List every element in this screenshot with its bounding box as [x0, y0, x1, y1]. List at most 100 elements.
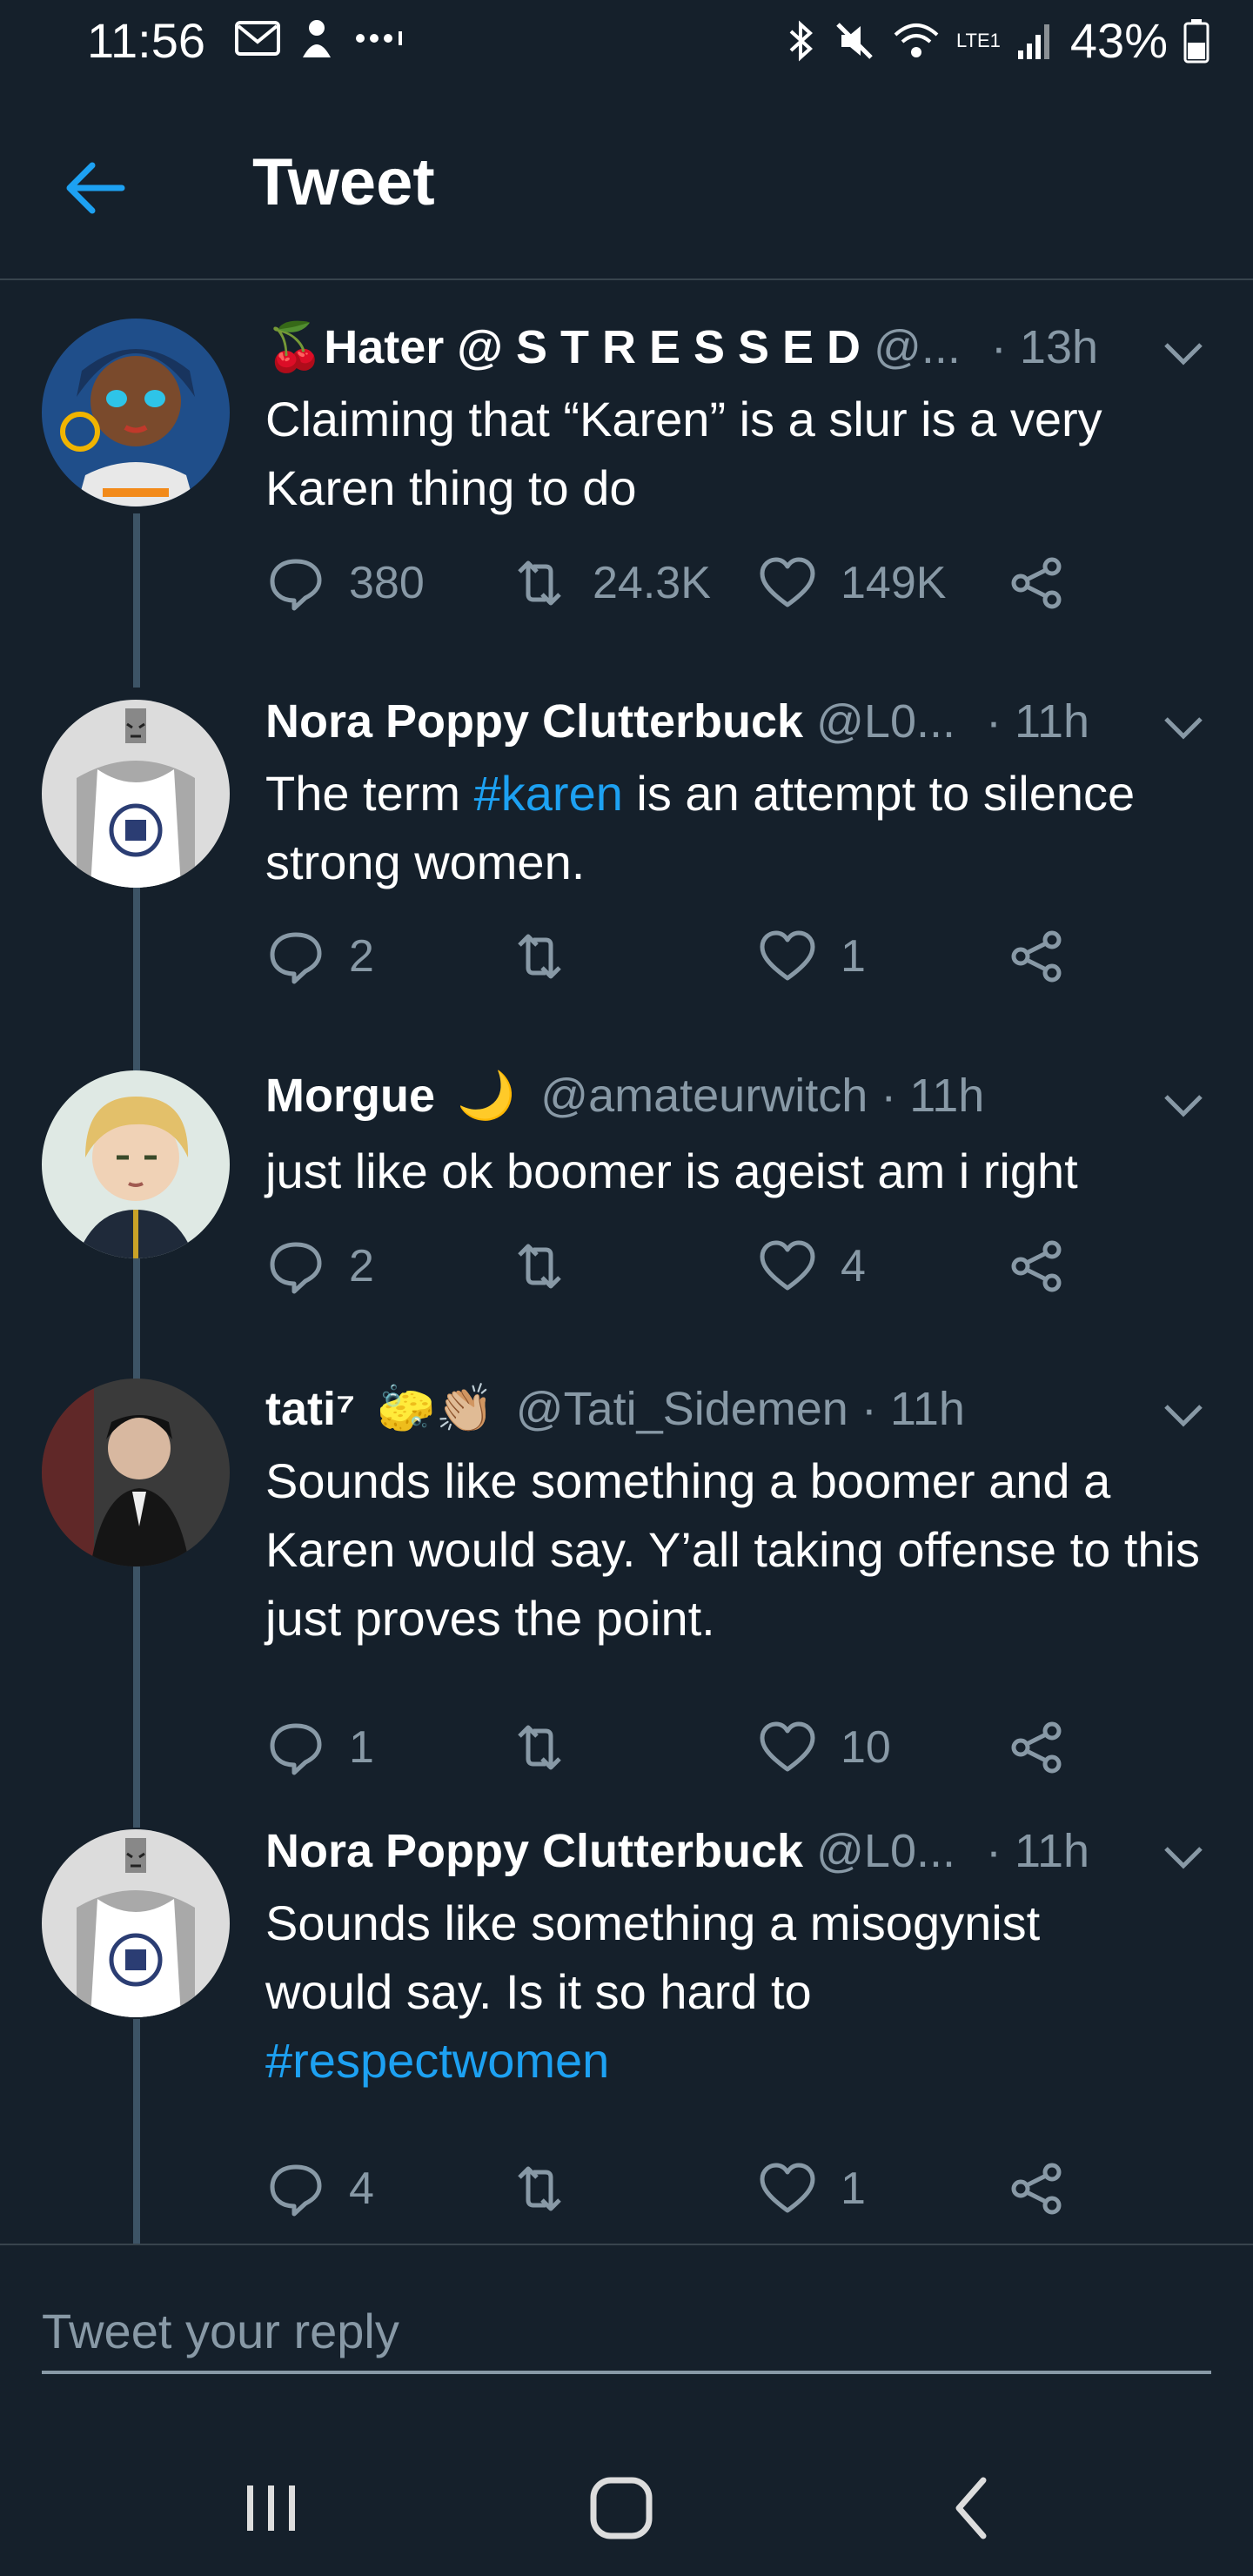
heart-icon [760, 557, 815, 607]
reply-composer [0, 2244, 1253, 2385]
like-button[interactable]: 1 [757, 926, 866, 987]
reply-icon [270, 1723, 322, 1775]
recent-apps-button[interactable] [219, 2456, 324, 2560]
tweet-actions: 4 1 [265, 2158, 1223, 2228]
sponge-clap-emoji: 🧽👏🏼 [377, 1383, 494, 1435]
avatar[interactable] [42, 1379, 230, 1566]
reply-count: 2 [349, 931, 374, 982]
heart-icon [760, 2163, 815, 2213]
reply-count: 2 [349, 1241, 374, 1291]
more-notifications-icon [356, 31, 402, 45]
reply-button[interactable]: 2 [265, 926, 374, 987]
share-icon [1011, 930, 1062, 983]
tweet-header: Nora Poppy Clutterbuck @L0... · 11h [265, 1824, 1089, 1878]
heart-icon [760, 930, 815, 981]
display-name[interactable]: Nora Poppy Clutterbuck [265, 695, 803, 748]
reply-button[interactable]: 1 [265, 1717, 374, 1778]
username[interactable]: @Tati_Sidemen [516, 1383, 848, 1435]
avatar-illustrated-woman [42, 319, 230, 506]
timestamp[interactable]: · 11h [881, 1070, 984, 1122]
reply-button[interactable]: 4 [265, 2158, 374, 2219]
retweet-button[interactable] [509, 926, 593, 987]
system-navigation-bar [0, 2411, 1253, 2576]
share-icon [1011, 1721, 1062, 1774]
display-name[interactable]: Hater @ S T R E S S E D [324, 321, 861, 373]
tweet[interactable]: Nora Poppy Clutterbuck @L0... · 11h Soun… [0, 1810, 1253, 2244]
reply-button[interactable]: 380 [265, 553, 425, 614]
hashtag-link[interactable]: #karen [474, 766, 623, 821]
tweet-options-button[interactable] [1159, 1833, 1208, 1882]
tweet-options-button[interactable] [1159, 329, 1208, 378]
mute-icon [836, 22, 873, 59]
share-button[interactable] [1007, 1236, 1068, 1297]
display-name[interactable]: tati⁷ [265, 1383, 355, 1435]
share-button[interactable] [1007, 1717, 1068, 1778]
bluetooth-icon [789, 19, 813, 62]
share-button[interactable] [1007, 2158, 1068, 2219]
back-button[interactable] [61, 153, 131, 223]
timestamp[interactable]: · 11h [986, 1825, 1089, 1877]
retweet-icon [518, 934, 561, 979]
chevron-left-icon [955, 2477, 987, 2539]
retweet-button[interactable]: 24.3K [509, 553, 711, 614]
timestamp[interactable]: · 13h [991, 321, 1098, 373]
home-icon [590, 2477, 653, 2539]
avatar[interactable] [42, 319, 230, 506]
avatar-mannequin-tanktop [42, 1829, 230, 2017]
share-icon [1011, 557, 1062, 609]
tweet[interactable]: Morgue 🌙 @amateurwitch · 11h just like o… [0, 1053, 1253, 1366]
home-button[interactable] [569, 2456, 673, 2560]
tweet-options-button[interactable] [1159, 703, 1208, 752]
username[interactable]: @... [874, 321, 961, 373]
tweet[interactable]: tati⁷ 🧽👏🏼 @Tati_Sidemen · 11h Sounds lik… [0, 1365, 1253, 1800]
reply-input[interactable] [42, 2291, 1211, 2374]
hashtag-link[interactable]: #respectwomen [265, 2033, 609, 2088]
chevron-down-icon [1164, 1095, 1203, 1117]
like-button[interactable]: 10 [757, 1717, 891, 1778]
reply-count: 380 [349, 558, 425, 608]
avatar-photo-person-in-suit [42, 1379, 230, 1566]
back-arrow-icon [66, 162, 125, 214]
retweet-icon [518, 2166, 561, 2211]
tweet[interactable]: Nora Poppy Clutterbuck @L0... · 11h The … [0, 681, 1253, 1046]
like-count: 4 [841, 1241, 866, 1291]
tweet-actions: 2 1 [265, 926, 1223, 996]
reply-button[interactable]: 2 [265, 1236, 374, 1297]
chevron-down-icon [1164, 1405, 1203, 1427]
reply-count: 4 [349, 2163, 374, 2214]
timestamp[interactable]: · 11h [986, 695, 1089, 748]
like-button[interactable]: 4 [757, 1236, 866, 1297]
like-button[interactable]: 149K [757, 553, 946, 614]
avatar[interactable] [42, 1829, 230, 2017]
like-count: 1 [841, 931, 866, 982]
avatar[interactable] [42, 1070, 230, 1258]
chevron-down-icon [1164, 717, 1203, 740]
tweet[interactable]: 🍒Hater @ S T R E S S E D @... · 13h Clai… [0, 305, 1253, 688]
username[interactable]: @L0... [816, 1825, 955, 1877]
avatar[interactable] [42, 700, 230, 888]
share-button[interactable] [1007, 926, 1068, 987]
share-button[interactable] [1007, 553, 1068, 614]
status-time: 11:56 [87, 13, 205, 68]
retweet-icon [518, 1244, 561, 1289]
avatar-illustrated-blond-man [42, 1070, 230, 1258]
like-button[interactable]: 1 [757, 2158, 866, 2219]
retweet-button[interactable] [509, 2158, 593, 2219]
tweet-options-button[interactable] [1159, 1081, 1208, 1130]
system-back-button[interactable] [921, 2456, 1025, 2560]
tweet-text-part: Sounds like something a misogynist would… [265, 1895, 1041, 2019]
tweet-options-button[interactable] [1159, 1391, 1208, 1439]
username[interactable]: @amateurwitch [540, 1070, 868, 1122]
retweet-button[interactable] [509, 1717, 593, 1778]
tweet-actions: 1 10 [265, 1717, 1223, 1787]
reply-icon [270, 559, 322, 611]
tweet-text-part: The term [265, 766, 474, 821]
tweet-actions: 380 24.3K 149K [265, 553, 1223, 622]
reply-icon [270, 932, 322, 984]
display-name[interactable]: Morgue [265, 1070, 435, 1122]
username[interactable]: @L0... [816, 695, 955, 748]
display-name[interactable]: Nora Poppy Clutterbuck [265, 1825, 803, 1877]
tweet-header: Morgue 🌙 @amateurwitch · 11h [265, 1069, 984, 1124]
retweet-button[interactable] [509, 1236, 593, 1297]
timestamp[interactable]: · 11h [861, 1383, 965, 1435]
